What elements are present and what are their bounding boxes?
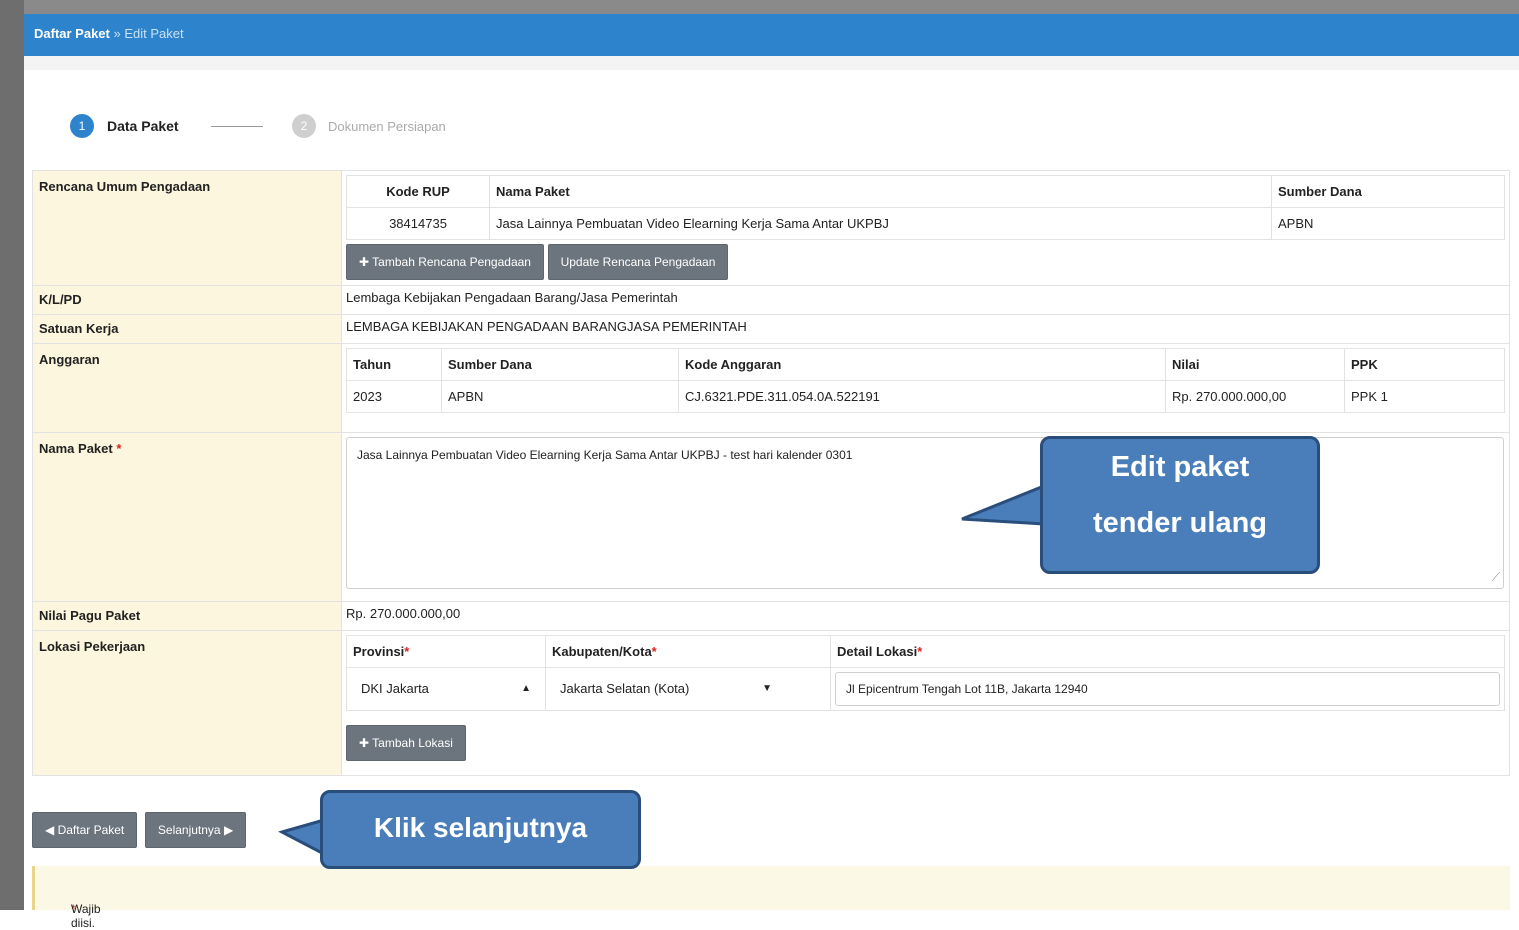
- window-frame-left: [0, 0, 24, 910]
- selanjutnya-button[interactable]: Selanjutnya ▶: [144, 812, 247, 848]
- callout-next-tail: [278, 818, 326, 857]
- provinsi-select[interactable]: DKI Jakarta ▲: [351, 673, 541, 705]
- anggaran-table: Tahun Sumber Dana Kode Anggaran Nilai PP…: [346, 348, 1505, 413]
- step-1-label[interactable]: Data Paket: [107, 118, 179, 134]
- step-1-number: 1: [70, 114, 94, 138]
- plus-circle-icon: ✚: [359, 736, 373, 750]
- required-mark: *: [404, 644, 410, 659]
- label-nama-paket: Nama Paket: [39, 441, 113, 456]
- row-rup: Rencana Umum Pengadaan Kode RUP Nama Pak…: [32, 170, 1510, 286]
- arrow-right-circle-icon: ▶: [220, 823, 234, 837]
- arrow-left-circle-icon: ◀: [45, 823, 58, 837]
- nama-paket-textarea[interactable]: Jasa Lainnya Pembuatan Video Elearning K…: [346, 437, 1504, 589]
- nama-paket-value: Jasa Lainnya Pembuatan Video Elearning K…: [357, 448, 853, 462]
- value-klpd: Lembaga Kebijakan Pengadaan Barang/Jasa …: [341, 285, 1510, 315]
- selanjutnya-label: Selanjutnya: [157, 823, 221, 837]
- callout-edit-line2: tender ulang: [1092, 507, 1267, 539]
- top-bar: Daftar Paket » Edit Paket: [24, 14, 1519, 56]
- lokasi-header-row: Provinsi* Kabupaten/Kota* Detail Lokasi*: [346, 635, 1505, 668]
- label-pagu: Nilai Pagu Paket: [32, 601, 342, 631]
- anggaran-cell-ppk: PPK 1: [1344, 380, 1505, 413]
- row-klpd: K/L/PD Lembaga Kebijakan Pengadaan Baran…: [32, 285, 1510, 315]
- required-mark: *: [116, 441, 122, 456]
- callout-edit-tail: [961, 483, 1046, 526]
- rup-header-sumber: Sumber Dana: [1271, 175, 1505, 208]
- label-rup: Rencana Umum Pengadaan: [32, 170, 342, 286]
- tambah-rencana-button[interactable]: ✚ Tambah Rencana Pengadaan: [346, 244, 544, 280]
- rup-cell-kode: 38414735: [346, 207, 490, 240]
- plus-circle-icon: ✚: [359, 255, 373, 269]
- anggaran-header-kode: Kode Anggaran: [678, 348, 1166, 381]
- form-actions: ◀ Daftar Paket Selanjutnya ▶: [32, 812, 250, 848]
- anggaran-cell-kode: CJ.6321.PDE.311.054.0A.522191: [678, 380, 1166, 413]
- anggaran-cell-sumber: APBN: [441, 380, 679, 413]
- step-connector: [211, 126, 263, 127]
- label-satker: Satuan Kerja: [32, 314, 342, 344]
- lokasi-header-detail: Detail Lokasi: [837, 644, 918, 659]
- breadcrumb-separator: »: [113, 26, 121, 41]
- anggaran-cell-nilai: Rp. 270.000.000,00: [1165, 380, 1345, 413]
- rup-cell-nama: Jasa Lainnya Pembuatan Video Elearning K…: [489, 207, 1272, 240]
- required-notice: * Wajib diisi.: [32, 866, 1510, 930]
- anggaran-cell-tahun: 2023: [346, 380, 442, 413]
- row-satker: Satuan Kerja LEMBAGA KEBIJAKAN PENGADAAN…: [32, 314, 1510, 344]
- step-2-label[interactable]: Dokumen Persiapan: [328, 119, 446, 134]
- rup-actions: ✚ Tambah Rencana Pengadaan Update Rencan…: [346, 244, 1505, 280]
- row-pagu: Nilai Pagu Paket Rp. 270.000.000,00: [32, 601, 1510, 631]
- daftar-paket-button[interactable]: ◀ Daftar Paket: [32, 812, 138, 848]
- step-2-number: 2: [292, 114, 316, 138]
- anggaran-header-row: Tahun Sumber Dana Kode Anggaran Nilai PP…: [346, 348, 1505, 381]
- callout-edit-paket: Edit paket tender ulang: [1040, 436, 1320, 574]
- rup-header-row: Kode RUP Nama Paket Sumber Dana: [346, 175, 1505, 208]
- lokasi-table: Provinsi* Kabupaten/Kota* Detail Lokasi*…: [346, 635, 1505, 711]
- table-row: DKI Jakarta ▲ Jakarta Selatan (Kota) ▼ J…: [346, 667, 1505, 711]
- tambah-rencana-label: Tambah Rencana Pengadaan: [372, 255, 531, 269]
- lokasi-header-kota: Kabupaten/Kota: [552, 644, 652, 659]
- rup-header-kode: Kode RUP: [346, 175, 490, 208]
- resize-grip-icon[interactable]: ⟋: [1492, 570, 1500, 585]
- daftar-paket-label: Daftar Paket: [57, 823, 125, 837]
- table-row: 38414735 Jasa Lainnya Pembuatan Video El…: [346, 207, 1505, 240]
- rup-table: Kode RUP Nama Paket Sumber Dana 38414735…: [346, 175, 1505, 240]
- anggaran-header-tahun: Tahun: [346, 348, 442, 381]
- breadcrumb-root-link[interactable]: Daftar Paket: [34, 26, 110, 41]
- row-lokasi: Lokasi Pekerjaan Provinsi* Kabupaten/Kot…: [32, 630, 1510, 776]
- detail-lokasi-value: Jl Epicentrum Tengah Lot 11B, Jakarta 12…: [846, 682, 1088, 696]
- label-klpd: K/L/PD: [32, 285, 342, 315]
- required-mark: *: [917, 644, 923, 659]
- update-rencana-button[interactable]: Update Rencana Pengadaan: [547, 244, 729, 280]
- lokasi-header-provinsi: Provinsi: [353, 644, 405, 659]
- anggaran-header-sumber: Sumber Dana: [441, 348, 679, 381]
- anggaran-header-ppk: PPK: [1344, 348, 1505, 381]
- tambah-lokasi-label: Tambah Lokasi: [372, 736, 453, 750]
- callout-klik-selanjutnya: Klik selanjutnya: [320, 790, 641, 869]
- sub-header-strip: [24, 56, 1519, 70]
- label-lokasi: Lokasi Pekerjaan: [32, 630, 342, 776]
- label-anggaran: Anggaran: [32, 343, 342, 433]
- kota-select[interactable]: Jakarta Selatan (Kota) ▼: [550, 673, 782, 705]
- tambah-lokasi-button[interactable]: ✚ Tambah Lokasi: [346, 725, 466, 761]
- anggaran-header-nilai: Nilai: [1165, 348, 1345, 381]
- chevron-down-icon: ▼: [762, 683, 772, 694]
- provinsi-value: DKI Jakarta: [361, 681, 429, 696]
- detail-lokasi-input[interactable]: Jl Epicentrum Tengah Lot 11B, Jakarta 12…: [835, 672, 1500, 706]
- rup-header-nama: Nama Paket: [489, 175, 1272, 208]
- kota-value: Jakarta Selatan (Kota): [560, 681, 690, 696]
- value-pagu: Rp. 270.000.000,00: [341, 601, 1510, 631]
- notice-text: Wajib diisi.: [71, 902, 101, 930]
- required-mark: *: [651, 644, 657, 659]
- window-frame-top: [0, 0, 1519, 14]
- callout-edit-line1: Edit paket: [1110, 451, 1250, 483]
- table-row: 2023 APBN CJ.6321.PDE.311.054.0A.522191 …: [346, 380, 1505, 413]
- row-anggaran: Anggaran Tahun Sumber Dana Kode Anggaran…: [32, 343, 1510, 433]
- breadcrumb: Daftar Paket » Edit Paket: [34, 26, 184, 41]
- breadcrumb-current: Edit Paket: [124, 26, 184, 41]
- rup-cell-sumber: APBN: [1271, 207, 1505, 240]
- chevron-down-icon: ▲: [521, 683, 531, 694]
- value-satker: LEMBAGA KEBIJAKAN PENGADAAN BARANGJASA P…: [341, 314, 1510, 344]
